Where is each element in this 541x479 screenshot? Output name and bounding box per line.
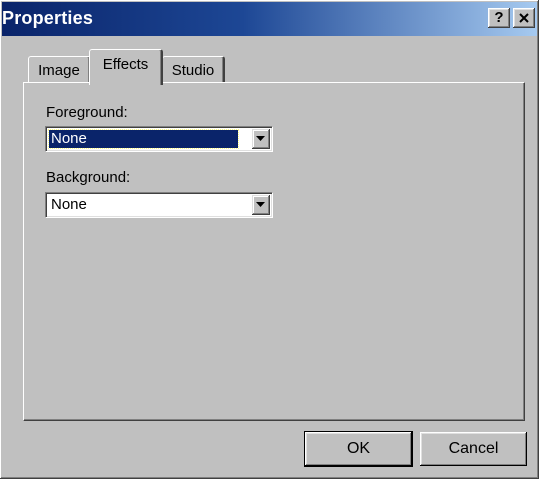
tab-image-label: Image — [38, 62, 80, 79]
chevron-down-icon — [256, 136, 265, 141]
window-title: Properties — [2, 8, 94, 28]
foreground-label: Foreground: — [46, 104, 128, 121]
tab-studio-label: Studio — [171, 62, 215, 79]
background-select[interactable]: None — [45, 192, 273, 218]
foreground-value: None — [48, 129, 239, 149]
background-dropdown-button[interactable] — [252, 195, 270, 215]
title-bar[interactable]: Properties ? — [2, 2, 537, 36]
cancel-button[interactable]: Cancel — [420, 432, 527, 466]
tab-studio[interactable]: Studio — [162, 56, 225, 83]
foreground-select[interactable]: None — [45, 126, 273, 152]
ok-button[interactable]: OK — [304, 431, 413, 467]
background-value: None — [51, 196, 87, 213]
properties-dialog: Properties ? Image Effects Studio Foregr… — [0, 0, 539, 479]
chevron-down-icon — [256, 202, 265, 207]
tab-image[interactable]: Image — [28, 56, 91, 83]
tab-effects-label: Effects — [102, 56, 149, 73]
help-button[interactable]: ? — [488, 8, 510, 28]
foreground-dropdown-button[interactable] — [252, 129, 270, 149]
help-icon: ? — [494, 9, 504, 26]
tab-effects[interactable]: Effects — [89, 49, 163, 85]
effects-panel: Foreground: None Background: None — [23, 82, 525, 421]
background-label: Background: — [46, 169, 131, 186]
close-button[interactable] — [513, 8, 535, 28]
close-icon — [519, 13, 529, 23]
